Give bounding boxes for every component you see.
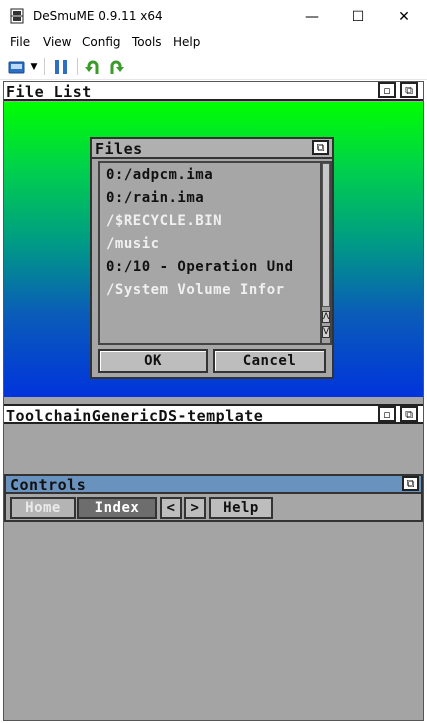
- prev-button[interactable]: <: [160, 497, 182, 519]
- bottom-screen-title: ToolchainGenericDS-template: [6, 407, 264, 425]
- file-list[interactable]: 0:/adpcm.ima 0:/rain.ima /$RECYCLE.BIN /…: [98, 161, 320, 345]
- window-icon[interactable]: ⧉: [400, 406, 418, 422]
- scrollbar-thumb[interactable]: [322, 163, 330, 307]
- index-button[interactable]: Index: [77, 497, 157, 519]
- cancel-button[interactable]: Cancel: [213, 349, 326, 373]
- top-screen-title: File List: [6, 83, 92, 101]
- toolbar-separator: [77, 58, 78, 75]
- controls-header: Controls ⧉: [6, 476, 421, 494]
- close-icon: ✕: [398, 8, 410, 25]
- maximize-icon: ☐: [351, 8, 365, 25]
- files-dialog: Files ⧉ 0:/adpcm.ima 0:/rain.ima /$RECYC…: [90, 137, 334, 379]
- window-icon[interactable]: ⧉: [312, 140, 329, 155]
- list-item[interactable]: 0:/10 - Operation Und: [106, 259, 314, 275]
- menu-file[interactable]: File: [10, 35, 30, 49]
- list-item[interactable]: /System Volume Infor: [106, 282, 314, 298]
- ds-screen-area[interactable]: File List ▫ ⧉ Files ⧉ 0:/adpcm.ima 0:/ra…: [3, 81, 424, 721]
- restore-icon[interactable]: ▫: [378, 406, 396, 422]
- controls-title: Controls: [10, 476, 87, 494]
- files-dialog-header: Files ⧉: [92, 139, 332, 159]
- scrollbar[interactable]: Λ V: [320, 161, 332, 345]
- list-item[interactable]: /music: [106, 236, 314, 252]
- window-icon[interactable]: ⧉: [402, 476, 419, 491]
- menu-view[interactable]: View: [43, 35, 71, 49]
- controls-panel: Controls ⧉ Home Index < > Help: [4, 474, 423, 522]
- close-button[interactable]: ✕: [381, 0, 427, 33]
- open-rom-icon[interactable]: [7, 57, 27, 76]
- top-screen-titlebar: File List ▫ ⧉: [4, 82, 423, 101]
- ok-button[interactable]: OK: [98, 349, 208, 373]
- desmume-app-icon[interactable]: [9, 8, 25, 24]
- rotate-right-icon[interactable]: [106, 57, 126, 76]
- next-button[interactable]: >: [184, 497, 206, 519]
- minimize-button[interactable]: —: [289, 0, 335, 33]
- scroll-up-button[interactable]: Λ: [322, 311, 330, 323]
- bottom-screen-titlebar: ToolchainGenericDS-template ▫ ⧉: [4, 404, 423, 425]
- menu-config[interactable]: Config: [82, 35, 121, 49]
- restore-icon[interactable]: ▫: [378, 82, 396, 98]
- list-item[interactable]: /$RECYCLE.BIN: [106, 213, 314, 229]
- rotate-left-icon[interactable]: [83, 57, 103, 76]
- list-item[interactable]: 0:/rain.ima: [106, 190, 314, 206]
- window-title: DeSmuME 0.9.11 x64: [33, 9, 163, 23]
- dropdown-arrow-icon[interactable]: ▼: [28, 57, 40, 76]
- window-icon[interactable]: ⧉: [400, 82, 418, 98]
- help-button[interactable]: Help: [209, 497, 273, 519]
- menu-tools[interactable]: Tools: [132, 35, 162, 49]
- scroll-down-button[interactable]: V: [322, 326, 330, 338]
- menu-help[interactable]: Help: [173, 35, 200, 49]
- top-screen: Files ⧉ 0:/adpcm.ima 0:/rain.ima /$RECYC…: [4, 102, 423, 397]
- maximize-button[interactable]: ☐: [335, 0, 381, 33]
- toolbar-separator: [44, 58, 45, 75]
- minimize-icon: —: [305, 8, 319, 25]
- list-item[interactable]: 0:/adpcm.ima: [106, 167, 314, 183]
- home-button[interactable]: Home: [10, 497, 76, 519]
- pause-icon[interactable]: [51, 57, 71, 76]
- files-dialog-title: Files: [95, 140, 143, 158]
